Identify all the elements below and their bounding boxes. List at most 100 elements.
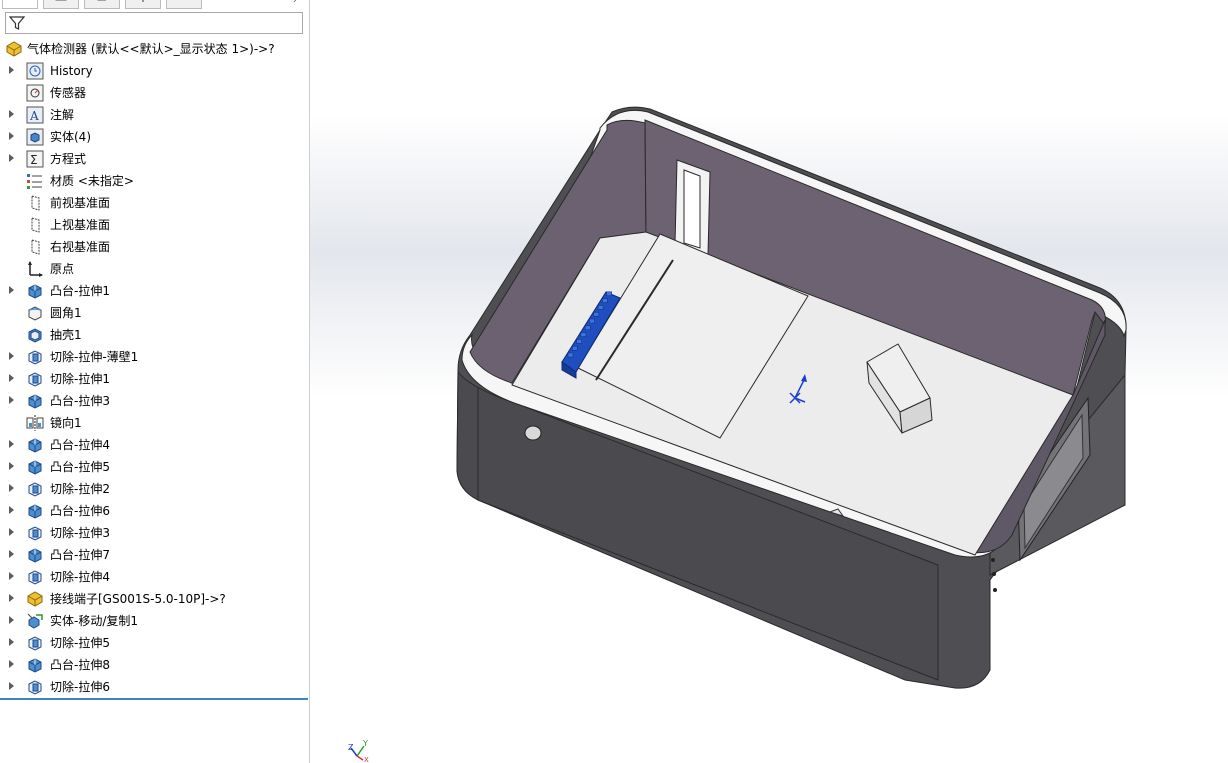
cut-extrude-icon [26,568,44,586]
equations-icon: Σ [26,150,44,168]
expand-arrow-icon[interactable] [9,594,14,602]
boss-extrude-icon [26,282,44,300]
manager-tab-bar: › [0,0,309,10]
tree-item[interactable]: 凸台-拉伸8 [0,654,308,676]
display-manager-tab[interactable] [166,0,202,9]
tree-item[interactable]: 上视基准面 [0,214,308,236]
expand-arrow-icon[interactable] [9,528,14,536]
tree-item-label: 传感器 [50,86,87,100]
tree-filter[interactable] [5,12,303,34]
annotation-icon: A [26,106,44,124]
part-icon [5,40,23,58]
tree-item-label: 切除-拉伸6 [50,680,110,694]
tree-item-label: 右视基准面 [50,240,111,254]
tree-item[interactable]: 传感器 [0,82,308,104]
property-manager-tab[interactable] [43,0,79,9]
feature-manager-tab[interactable] [2,0,38,9]
expand-arrow-icon[interactable] [9,682,14,690]
terminal-pin [602,298,608,303]
tree-item-label: 切除-拉伸4 [50,570,110,584]
feature-manager-icon [12,0,28,2]
more-tabs-icon[interactable]: › [293,0,297,6]
expand-arrow-icon[interactable] [9,440,14,448]
terminal-pin [593,311,600,317]
rollback-bar[interactable] [0,698,308,700]
expand-arrow-icon[interactable] [9,396,14,404]
expand-arrow-icon[interactable] [9,154,14,162]
tree-item-label: 原点 [50,262,75,276]
tree-item[interactable]: 切除-拉伸4 [0,566,308,588]
tree-item[interactable]: 实体(4) [0,126,308,148]
tree-item[interactable]: Σ 方程式 [0,148,308,170]
model-view[interactable]: Z Y X [310,0,1228,763]
expand-arrow-icon[interactable] [9,616,14,624]
history-icon [26,62,44,80]
graphics-area[interactable]: Z Y X [310,0,1228,763]
tree-item[interactable]: 切除-拉伸-薄壁1 [0,346,308,368]
tree-item-label: 前视基准面 [50,196,111,210]
terminal-pin [589,318,595,324]
terminal-pin [606,291,612,297]
triad-x-label: X [364,756,369,763]
tree-item[interactable]: 原点 [0,258,308,280]
cut-extrude-icon [26,524,44,542]
tree-item[interactable]: 凸台-拉伸1 [0,280,308,302]
expand-arrow-icon[interactable] [9,572,14,580]
tree-item[interactable]: 材质 <未指定> [0,170,308,192]
tree-item-label: 凸台-拉伸4 [50,438,110,452]
configuration-manager-tab[interactable] [84,0,120,9]
tree-item[interactable]: 凸台-拉伸3 [0,390,308,412]
tree-item-label: 接线端子[GS001S-5.0-10P]->? [50,592,226,606]
tree-item[interactable]: 实体-移动/复制1 [0,610,308,632]
expand-arrow-icon[interactable] [9,66,14,74]
tree-item-label: 材质 <未指定> [50,174,134,188]
tree-item[interactable]: 切除-拉伸5 [0,632,308,654]
expand-arrow-icon[interactable] [9,550,14,558]
cut-extrude-icon [26,348,44,366]
svg-text:A: A [29,109,39,123]
display-manager-icon [176,0,192,2]
tree-item-label: 镜向1 [50,416,82,430]
tree-item[interactable]: 圆角1 [0,302,308,324]
tree-item[interactable]: 前视基准面 [0,192,308,214]
tree-item[interactable]: 切除-拉伸3 [0,522,308,544]
tree-item[interactable]: 抽壳1 [0,324,308,346]
triad-z-label: Z [348,743,354,752]
expand-arrow-icon[interactable] [9,374,14,382]
tree-item-label: 切除-拉伸-薄壁1 [50,350,139,364]
cut-extrude-icon [26,634,44,652]
tree-item[interactable]: 切除-拉伸6 [0,676,308,698]
expand-arrow-icon[interactable] [9,132,14,140]
tree-item[interactable]: A 注解 [0,104,308,126]
tree-item[interactable]: 凸台-拉伸5 [0,456,308,478]
tree-item[interactable]: History [0,60,308,82]
reference-triad: Z Y X [348,739,369,763]
expand-arrow-icon[interactable] [9,110,14,118]
tree-item[interactable]: 凸台-拉伸4 [0,434,308,456]
expand-arrow-icon[interactable] [9,484,14,492]
tree-item-label: 圆角1 [50,306,82,320]
side-hole [992,572,996,576]
tree-item[interactable]: 镜向1 [0,412,308,434]
dimxpert-manager-tab[interactable] [125,0,161,9]
cut-extrude-icon [26,370,44,388]
tree-item[interactable]: 凸台-拉伸7 [0,544,308,566]
cut-extrude-icon [26,678,44,696]
expand-arrow-icon[interactable] [9,638,14,646]
tree-item-label: 凸台-拉伸6 [50,504,110,518]
tree-item[interactable]: 接线端子[GS001S-5.0-10P]->? [0,588,308,610]
expand-arrow-icon[interactable] [9,462,14,470]
tree-item[interactable]: 右视基准面 [0,236,308,258]
tree-item[interactable]: 切除-拉伸2 [0,478,308,500]
tree-item[interactable]: 切除-拉伸1 [0,368,308,390]
boss-extrude-icon [26,392,44,410]
tree-item-label: 注解 [50,108,75,122]
tree-item-label: 方程式 [50,152,87,166]
tree-root-part[interactable]: 气体检测器 (默认<<默认>_显示状态 1>)->? [0,38,308,60]
expand-arrow-icon[interactable] [9,506,14,514]
expand-arrow-icon[interactable] [9,352,14,360]
expand-arrow-icon[interactable] [9,286,14,294]
tree-item[interactable]: 凸台-拉伸6 [0,500,308,522]
property-manager-icon [55,0,67,1]
expand-arrow-icon[interactable] [9,660,14,668]
